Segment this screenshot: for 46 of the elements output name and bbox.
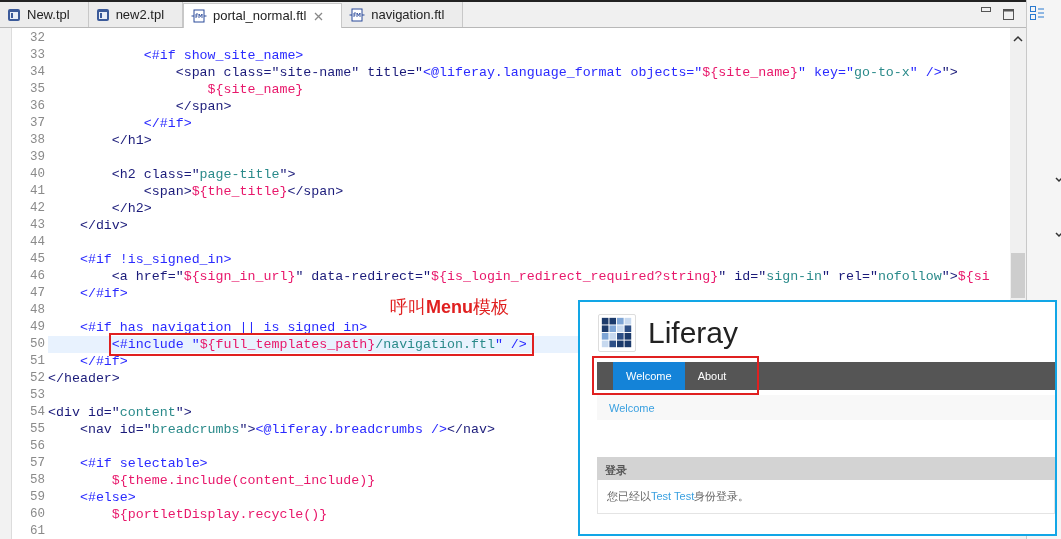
code-line: ${site_name} [206,81,304,98]
scroll-up-icon[interactable] [1013,35,1023,42]
minimize-icon[interactable] [981,7,991,13]
code-line: <div id="content"> [48,404,192,421]
code-line: ${portletDisplay.recycle()} [110,506,328,523]
code-line: <span class="site-name" title="<@liferay.language_format objects="${site_name}" key="go-to-x" />"> [174,64,958,81]
editor-tab[interactable]: new2.tpl [88,2,184,27]
code-line: <nav id="breadcrumbs"><@liferay.breadcrumbs /></nav> [78,421,495,438]
code-line: <a href="${sign_in_url}" data-redirect="${is_login_redirect_required?string}" id="sign-in" rel="nofollow">${si [110,268,990,285]
code-line: </span> [174,98,232,115]
code-line: </#if> [142,115,192,132]
maximize-icon[interactable] [1003,9,1014,20]
logo-icon [598,314,636,352]
code-line: <#if selectable> [78,455,208,472]
window-icon [95,7,110,22]
scroll-thumb[interactable] [1011,253,1025,298]
code-line: </#if> [78,353,128,370]
file-icon [191,9,208,23]
code-line: </#if> [78,285,128,302]
login-message: 您已经以Test Test身份登录。 [607,489,750,505]
code-line: <#if !is_signed_in> [78,251,232,268]
chevron-down-icon[interactable] [1055,232,1061,238]
code-line: <h2 class="page-title"> [110,166,296,183]
file-icon [349,7,366,22]
nav-item[interactable]: Welcome [613,362,685,390]
code-line: <#else> [78,489,136,506]
code-line: <#if show_site_name> [142,47,304,64]
code-line: <span>${the_title}</span> [142,183,344,200]
code-line: ${theme.include(content_include)} [110,472,376,489]
outline-icon[interactable] [1030,6,1044,20]
nav-item[interactable]: About [684,362,740,390]
code-line: </header> [48,370,120,387]
editor-tab[interactable]: New.tpl [0,2,89,27]
code-line: <#include "${full_templates_path}/navigation.ftl" /> [111,336,531,353]
code-line: </h1> [110,132,152,149]
code-line: </h2> [110,200,152,217]
chevron-down-icon[interactable] [1055,177,1061,183]
portlet-title: 登录 [605,464,627,476]
window-icon [7,7,21,22]
editor-tab[interactable]: navigation.ftl [342,2,464,27]
code-line: </div> [78,217,128,234]
editor-tab[interactable]: portal_normal.ftl [183,3,343,28]
line-number: 50 [12,336,48,353]
close-icon[interactable] [314,11,324,21]
site-name: Liferay [648,316,739,350]
annotation-text: 呼叫Menu模板 [390,296,509,319]
